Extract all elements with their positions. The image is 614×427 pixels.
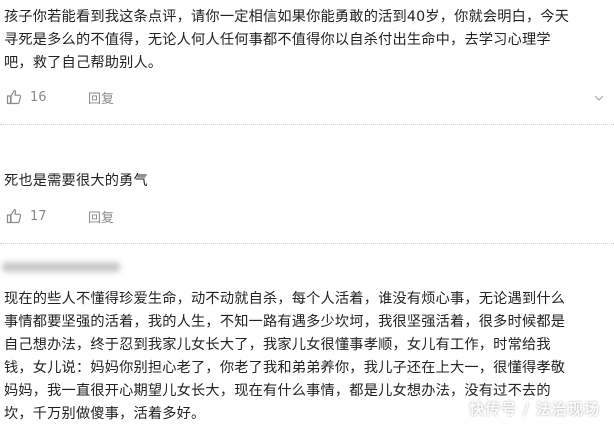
comment-line: 死也是需要很大的勇气	[4, 173, 148, 189]
thumbs-up-icon	[6, 90, 22, 105]
comment-line: 钱，女儿说：妈妈你别担心老了，你老了我和弟弟养你，我儿子还在上大一，很懂得孝敬	[4, 360, 566, 376]
comment-1: 孩子你若能看到我这条点评，请你一定相信如果你能勇敢的活到40岁，你就会明白，今天…	[0, 6, 614, 75]
reply-button[interactable]: 回复	[88, 88, 114, 107]
more-icon[interactable]	[592, 91, 606, 105]
like-button[interactable]: 17	[6, 208, 70, 224]
comment-line: 吧，救了自己帮助别人。	[4, 55, 163, 71]
divider	[0, 124, 614, 125]
comment-2: 死也是需要很大的勇气	[0, 170, 614, 193]
comment-1-text: 孩子你若能看到我这条点评，请你一定相信如果你能勇敢的活到40岁，你就会明白，今天…	[0, 6, 614, 75]
comment-2-text: 死也是需要很大的勇气	[0, 170, 614, 193]
comment-1-actions: 16 回复	[6, 87, 114, 107]
comment-line: 事情都要坚强的活着，我的人生，不知一路有遇多少坎坷，我很坚强活着，很多时候都是	[4, 314, 566, 330]
thumbs-up-icon	[6, 209, 22, 224]
comment-line: 寻死是多么的不值得，无论人何人任何事都不值得你以自杀付出生命中，去学习心理学	[4, 32, 551, 48]
like-button[interactable]: 16	[6, 89, 70, 105]
blurred-username	[2, 262, 120, 272]
reply-button[interactable]: 回复	[88, 207, 114, 226]
divider	[0, 243, 614, 244]
like-count: 17	[30, 208, 47, 224]
comment-2-actions: 17 回复	[6, 206, 114, 226]
comment-line: 孩子你若能看到我这条点评，请你一定相信如果你能勇敢的活到40岁，你就会明白，今天	[4, 9, 570, 25]
comment-line: 现在的些人不懂得珍爱生命，动不动就自杀，每个人活着，谁没有烦心事，无论遇到什么	[4, 291, 566, 307]
comment-line: 自己想办法，终于忍到我家儿女长大了，我家儿女很懂事孝顺，女儿有工作，时常给我	[4, 337, 551, 353]
watermark: 快传号 / 法治现场	[469, 400, 600, 418]
like-count: 16	[30, 89, 47, 105]
